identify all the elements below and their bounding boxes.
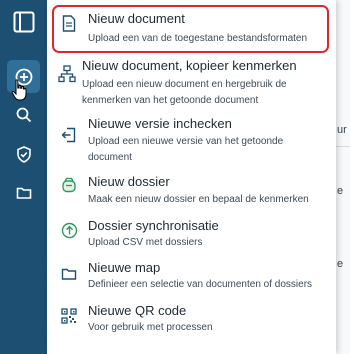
app-logo-button[interactable] [7, 5, 40, 38]
menu-item-title: Nieuw document, kopieer kenmerken [82, 58, 297, 73]
menu-item-new-dossier[interactable]: Nieuw dossier Maak een nieuw dossier en … [47, 170, 336, 216]
menu-item-title: Nieuwe map [88, 260, 161, 275]
menu-item-description: Upload CSV met dossiers [88, 237, 203, 248]
background-divider [336, 146, 350, 147]
security-button[interactable] [7, 138, 40, 171]
check-in-icon [60, 126, 78, 144]
menu-item-dossier-sync[interactable]: Dossier synchronisatie Upload CSV met do… [47, 216, 336, 258]
menu-item-new-document-copy[interactable]: Nieuw document, kopieer kenmerken Upload… [47, 52, 336, 112]
shield-icon [16, 146, 31, 163]
menu-item-description: Upload een nieuw document en hergebruik … [82, 79, 287, 106]
document-icon [60, 14, 78, 32]
new-item-menu: Nieuw document Upload een van de toegest… [47, 0, 336, 354]
menu-item-new-document[interactable]: Nieuw document Upload een van de toegest… [47, 8, 336, 52]
menu-item-new-qr-code[interactable]: Nieuwe QR code Voor gebruik met processe… [47, 300, 336, 344]
qr-code-icon [60, 307, 78, 325]
menu-item-title: Nieuwe versie inchecken [88, 116, 232, 131]
folders-button[interactable] [7, 176, 40, 209]
background-text: e [337, 258, 344, 270]
plus-circle-icon [15, 68, 32, 85]
background-page [336, 0, 350, 354]
menu-item-title: Dossier synchronisatie [88, 218, 219, 233]
app-logo-icon [13, 11, 34, 32]
upload-circle-icon [60, 221, 78, 239]
folder-icon [60, 265, 78, 283]
menu-item-check-in-version[interactable]: Nieuwe versie inchecken Upload een nieuw… [47, 112, 336, 170]
menu-item-description: Maak een nieuw dossier en bepaal de kenm… [88, 194, 309, 205]
menu-item-new-folder[interactable]: Nieuwe map Definieer een selectie van do… [47, 258, 336, 300]
dossier-icon [60, 176, 78, 194]
menu-item-description: Upload een nieuwe versie van het getoond… [88, 136, 284, 163]
add-menu-button[interactable] [7, 60, 40, 93]
menu-item-title: Nieuw document [88, 11, 185, 26]
background-text: ur [337, 124, 347, 136]
left-nav-rail [0, 0, 47, 354]
menu-item-description: Voor gebruik met processen [88, 322, 213, 333]
menu-item-title: Nieuw dossier [88, 174, 170, 189]
menu-item-title: Nieuwe QR code [88, 303, 187, 318]
menu-item-description: Definieer een selectie van documenten of… [88, 279, 313, 290]
background-text: e [337, 185, 344, 197]
folder-icon [16, 187, 31, 199]
search-button[interactable] [7, 98, 40, 131]
menu-item-description: Upload een van de toegestane bestandsfor… [88, 33, 308, 44]
hierarchy-icon [58, 65, 76, 83]
search-icon [16, 107, 31, 122]
